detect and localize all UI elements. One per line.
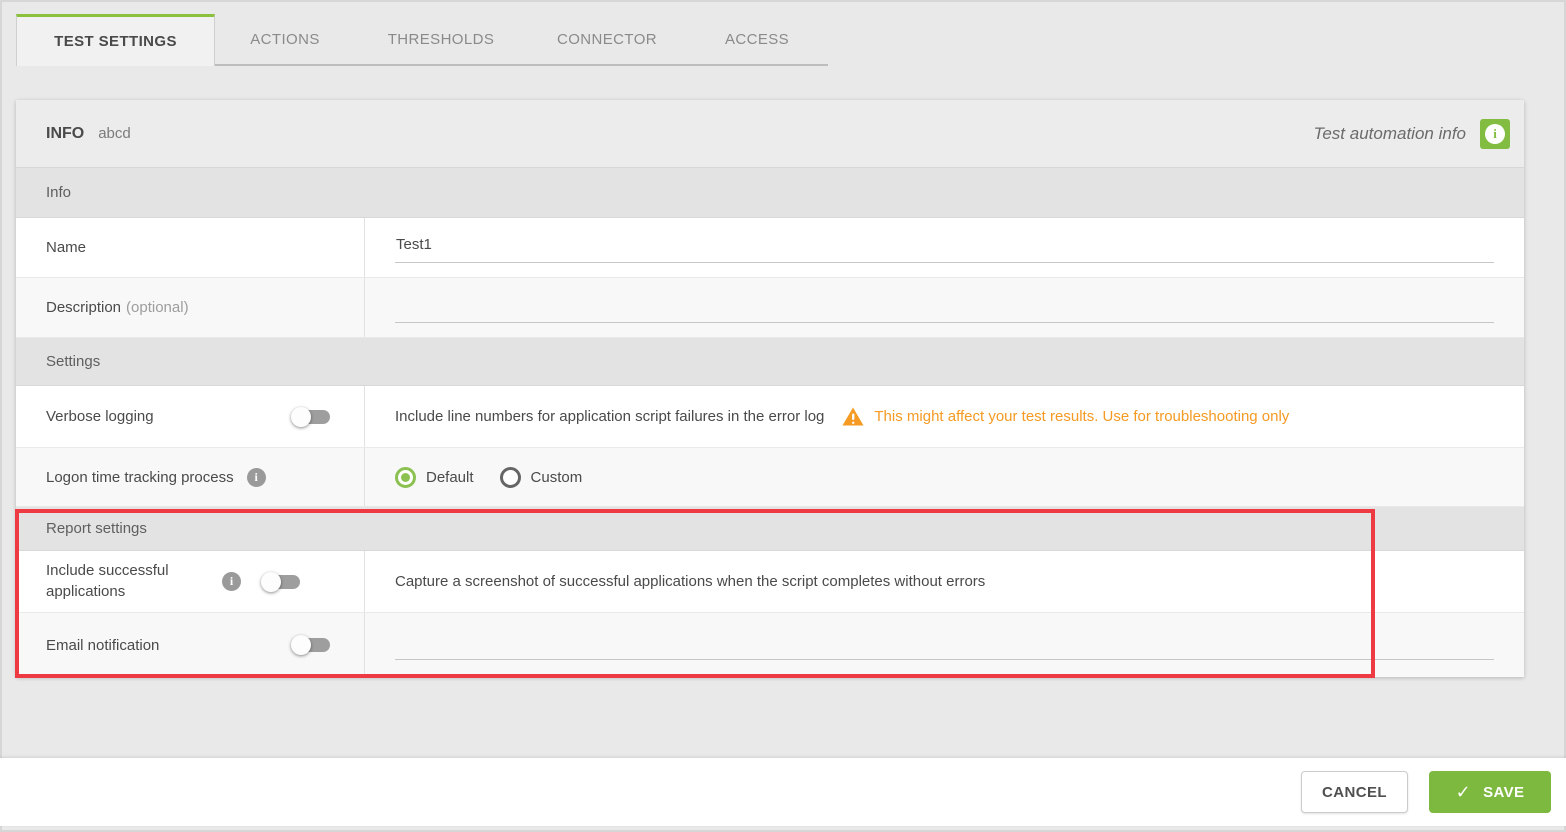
- test-automation-info-label: Test automation info: [1313, 123, 1466, 143]
- tab-bar: TEST SETTINGS ACTIONS THRESHOLDS CONNECT…: [16, 14, 828, 66]
- info-badge-button[interactable]: i: [1480, 118, 1510, 149]
- save-button-label: SAVE: [1483, 783, 1525, 801]
- email-notification-label: Email notification: [46, 636, 160, 654]
- section-header-settings: Settings: [16, 338, 1524, 386]
- panel-header: INFO abcd Test automation info i: [16, 100, 1524, 168]
- email-notification-toggle[interactable]: [291, 635, 330, 655]
- footer-bar: CANCEL ✓ SAVE: [0, 758, 1566, 826]
- save-button[interactable]: ✓ SAVE: [1429, 771, 1551, 813]
- logon-tracking-label: Logon time tracking process: [46, 468, 234, 486]
- section-header-report-settings: Report settings: [16, 507, 1524, 551]
- section-label: Settings: [46, 353, 101, 370]
- logon-process-radio-group: Default Custom: [395, 466, 583, 488]
- tab-actions[interactable]: ACTIONS: [215, 14, 355, 64]
- panel-title: INFO: [46, 124, 85, 142]
- include-successful-toggle[interactable]: [261, 571, 300, 592]
- info-icon: i: [1485, 123, 1505, 144]
- description-label: Description: [46, 299, 122, 316]
- test-settings-panel: INFO abcd Test automation info i Info Na…: [15, 100, 1524, 678]
- verbose-logging-toggle[interactable]: [291, 406, 330, 427]
- warning-icon: [842, 407, 864, 426]
- panel-subtitle: abcd: [98, 125, 131, 142]
- verbose-logging-description: Include line numbers for application scr…: [395, 408, 825, 425]
- tab-connector[interactable]: CONNECTOR: [527, 14, 687, 64]
- radio-default-circle: [395, 466, 416, 488]
- name-row: Name: [16, 218, 1524, 278]
- name-input[interactable]: [395, 232, 1494, 263]
- section-label: Report settings: [46, 520, 147, 537]
- email-notification-row: Email notification: [16, 613, 1524, 677]
- radio-custom-circle: [499, 466, 521, 488]
- radio-custom-label: Custom: [530, 468, 583, 486]
- include-successful-description: Capture a screenshot of successful appli…: [395, 573, 986, 590]
- email-notification-input[interactable]: [395, 630, 1494, 660]
- logon-tracking-info-icon[interactable]: i: [246, 467, 266, 487]
- verbose-warning-text: This might affect your test results. Use…: [874, 408, 1290, 425]
- section-header-info: Info: [16, 168, 1524, 218]
- tab-access[interactable]: ACCESS: [687, 14, 827, 64]
- page-background: TEST SETTINGS ACTIONS THRESHOLDS CONNECT…: [0, 0, 1566, 832]
- logon-tracking-row: Logon time tracking process i Default Cu…: [16, 448, 1524, 507]
- name-label: Name: [16, 218, 365, 277]
- include-successful-row: Include successful applications i Captur…: [16, 551, 1524, 613]
- verbose-logging-row: Verbose logging Include line numbers for…: [16, 386, 1524, 448]
- description-optional-label: (optional): [126, 299, 189, 316]
- tab-test-settings[interactable]: TEST SETTINGS: [16, 14, 215, 66]
- cancel-button[interactable]: CANCEL: [1301, 771, 1408, 813]
- check-icon: ✓: [1455, 781, 1472, 802]
- radio-default[interactable]: Default: [395, 466, 474, 488]
- include-successful-info-icon[interactable]: i: [222, 572, 241, 591]
- radio-default-label: Default: [426, 468, 474, 486]
- radio-custom[interactable]: Custom: [499, 466, 583, 488]
- section-label: Info: [46, 184, 72, 201]
- tab-thresholds[interactable]: THRESHOLDS: [355, 14, 527, 64]
- verbose-logging-label: Verbose logging: [46, 408, 154, 425]
- include-successful-label: Include successful applications: [46, 562, 169, 600]
- description-row: Description (optional): [16, 278, 1524, 338]
- description-input[interactable]: [395, 292, 1494, 323]
